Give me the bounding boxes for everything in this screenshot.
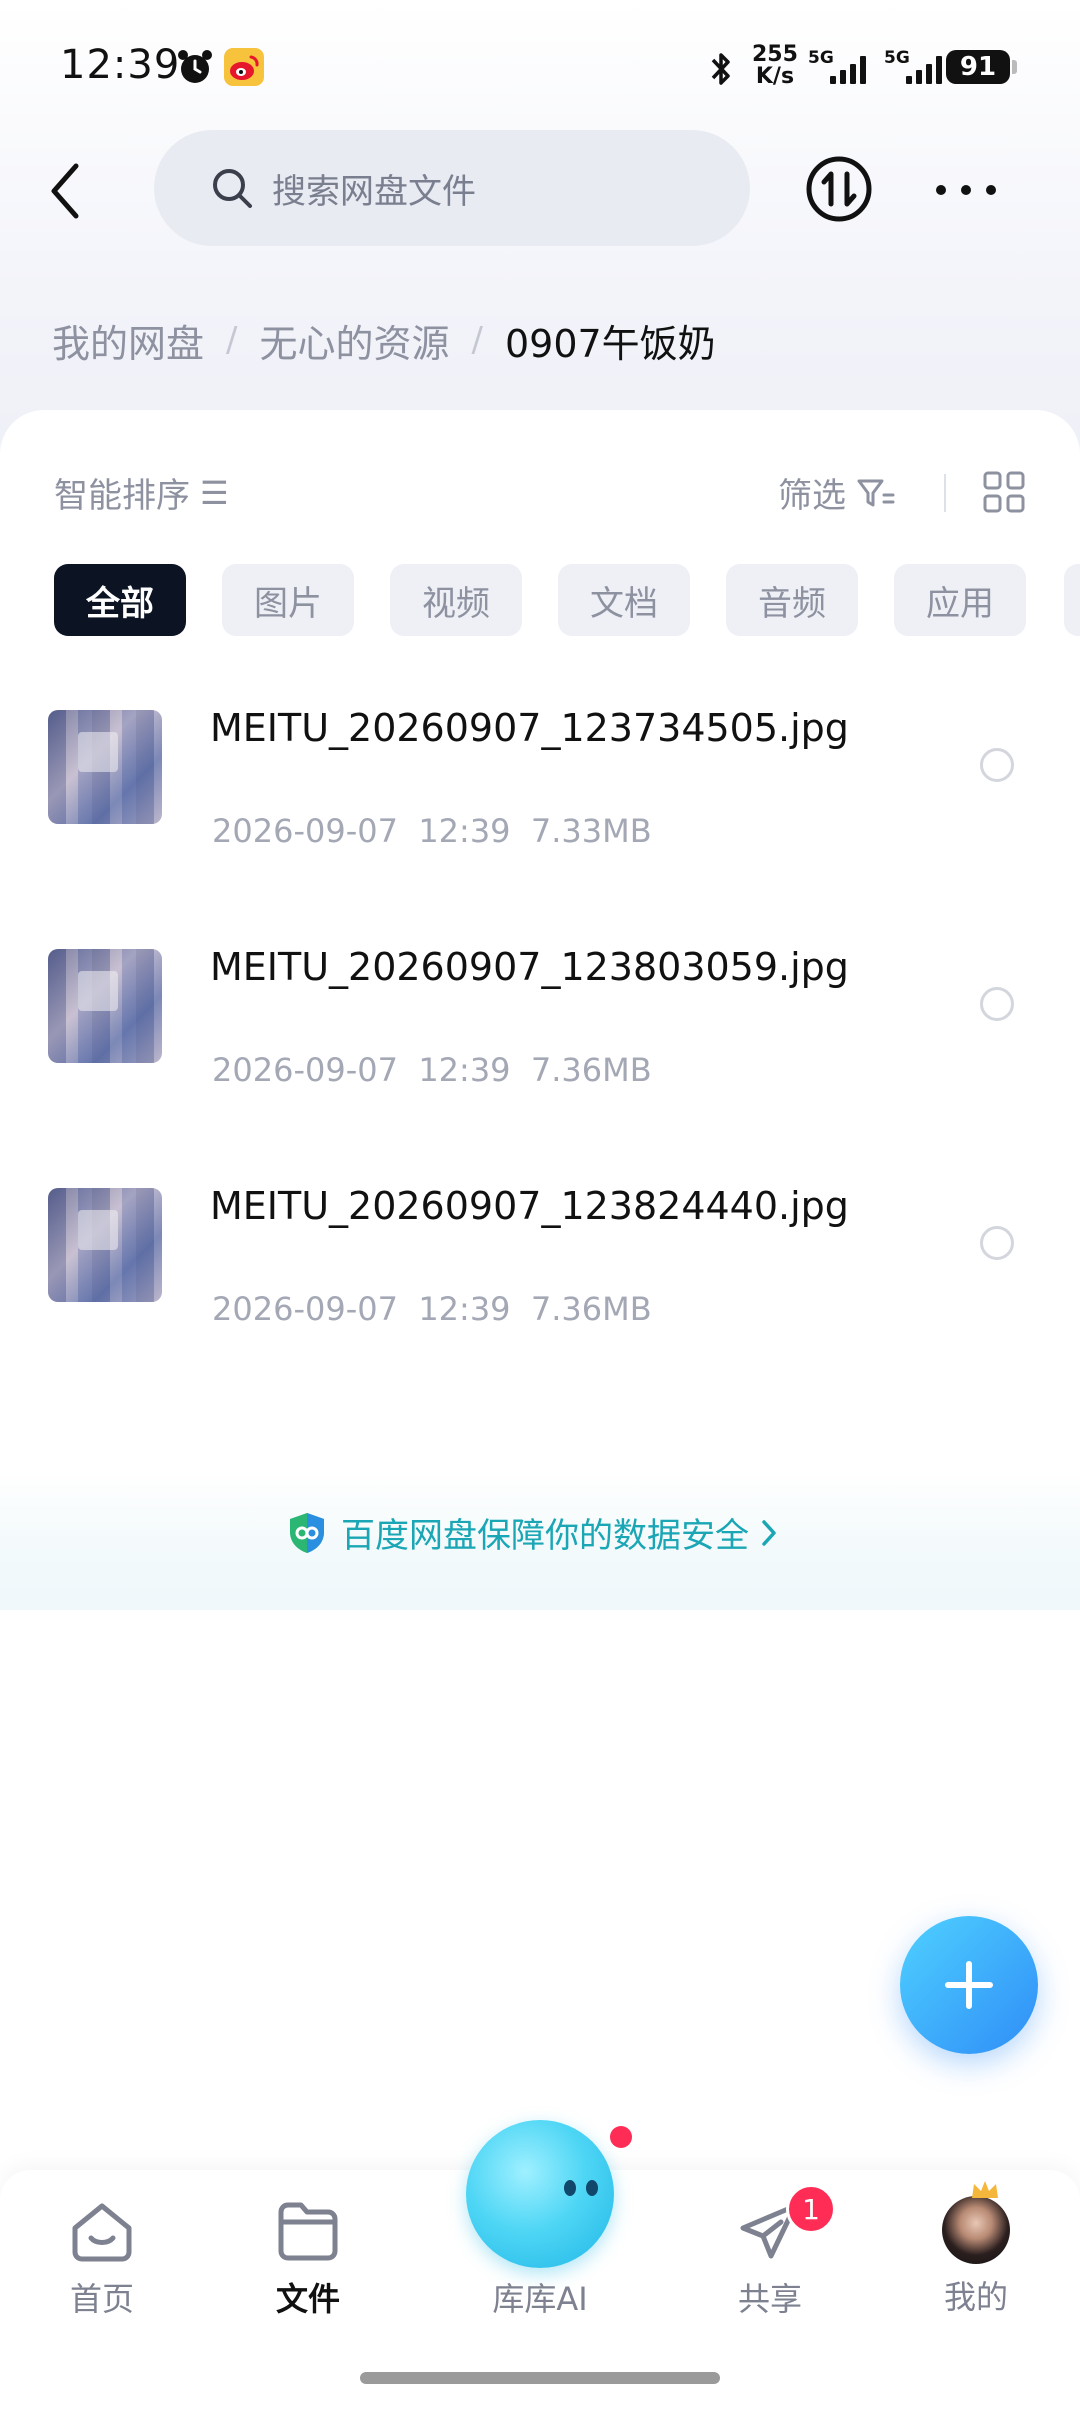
search-icon: [213, 169, 252, 208]
plus-icon: [945, 1961, 993, 2009]
filter-icon: [857, 479, 895, 506]
file-thumbnail: [48, 710, 162, 824]
select-radio[interactable]: [980, 748, 1014, 782]
search-placeholder: 搜索网盘文件: [272, 171, 476, 212]
weibo-icon: [224, 48, 264, 86]
home-icon: [72, 2203, 132, 2262]
signal-strength-2: 5G: [884, 48, 948, 88]
grid-view-icon[interactable]: [982, 470, 1026, 514]
file-name: MEITU_20260907_123803059.jpg: [210, 945, 849, 989]
sort-label: 智能排序: [54, 476, 190, 516]
file-thumbnail: [48, 949, 162, 1063]
breadcrumb: 我的网盘 / 无心的资源 / 0907午饭奶: [52, 310, 716, 370]
breadcrumb-item-root[interactable]: 我的网盘: [52, 313, 204, 368]
breadcrumb-separator: /: [226, 320, 238, 360]
nav-me[interactable]: 我的: [896, 2196, 1056, 2318]
more-dot-icon: [961, 185, 971, 195]
avatar: [942, 2196, 1010, 2264]
category-tabs: 全部 图片 视频 文档 音频 应用: [54, 564, 1026, 636]
back-arrow-icon: [51, 163, 79, 219]
nav-me-label: 我的: [943, 2278, 1008, 2316]
file-meta: 2026-09-07 12:39 7.33MB: [212, 812, 652, 850]
filter-label: 筛选: [778, 476, 846, 516]
signal-strength-1: 5G: [808, 48, 872, 88]
file-list-item[interactable]: MEITU_20260907_123803059.jpg 2026-09-07 …: [0, 919, 1080, 1119]
file-list-item[interactable]: MEITU_20260907_123824440.jpg 2026-09-07 …: [0, 1158, 1080, 1358]
network-speed: 255 K/s: [752, 44, 798, 88]
tab-videos[interactable]: 视频: [390, 564, 522, 636]
toolbar-divider: [944, 474, 946, 512]
file-name: MEITU_20260907_123824440.jpg: [210, 1184, 849, 1228]
battery-level: 91: [946, 50, 1010, 84]
bluetooth-icon: [711, 53, 730, 85]
nav-home[interactable]: 首页: [22, 2196, 182, 2320]
nav-files-label: 文件: [275, 2280, 340, 2318]
security-banner-text: 百度网盘保障你的数据安全: [341, 1516, 749, 1556]
file-meta: 2026-09-07 12:39 7.36MB: [212, 1051, 652, 1089]
breadcrumb-separator: /: [471, 320, 483, 360]
file-list-item[interactable]: MEITU_20260907_123734505.jpg 2026-09-07 …: [0, 680, 1080, 880]
add-button[interactable]: [900, 1916, 1038, 2054]
nav-files[interactable]: 文件: [228, 2196, 388, 2320]
tab-more-partial[interactable]: [1064, 564, 1080, 636]
more-dot-icon: [986, 185, 996, 195]
breadcrumb-item-parent[interactable]: 无心的资源: [259, 313, 449, 368]
more-dot-icon: [936, 185, 946, 195]
search-input[interactable]: 搜索网盘文件: [154, 130, 750, 246]
file-meta: 2026-09-07 12:39 7.36MB: [212, 1290, 652, 1328]
security-banner-link[interactable]: 百度网盘保障你的数据安全: [0, 1508, 1080, 1557]
network-speed-value: 255: [752, 42, 798, 67]
home-indicator: [360, 2372, 720, 2384]
nav-home-label: 首页: [69, 2280, 134, 2318]
ai-eye-left: [564, 2180, 576, 2196]
tab-apps[interactable]: 应用: [894, 564, 1026, 636]
sort-button[interactable]: 智能排序 ☰: [54, 468, 229, 517]
sort-icon: ☰: [200, 473, 229, 512]
nav-share-label: 共享: [737, 2280, 802, 2318]
chevron-right-icon: [762, 1519, 776, 1546]
breadcrumb-current: 0907午饭奶: [504, 321, 716, 366]
more-options-button[interactable]: [936, 170, 996, 210]
nav-ai-label: 库库AI: [492, 2280, 588, 2318]
ai-eye-right: [586, 2180, 598, 2196]
nav-ai[interactable]: 库库AI: [460, 2266, 620, 2320]
status-bar: 12:39 255 K/s 5G 5G 91: [0, 0, 1080, 130]
share-count-badge: 1: [786, 2184, 836, 2234]
select-radio[interactable]: [980, 987, 1014, 1021]
filter-button[interactable]: 筛选: [778, 468, 896, 517]
tab-audio[interactable]: 音频: [726, 564, 858, 636]
tab-all[interactable]: 全部: [54, 564, 186, 636]
shield-icon: [290, 1512, 324, 1553]
folder-icon: [278, 2202, 338, 2261]
file-thumbnail: [48, 1188, 162, 1302]
notification-dot: [610, 2126, 632, 2148]
back-button[interactable]: [40, 156, 90, 226]
ai-assistant-icon[interactable]: [466, 2120, 614, 2268]
vip-crown-icon: [972, 2181, 998, 2198]
tab-documents[interactable]: 文档: [558, 564, 690, 636]
status-time: 12:39: [60, 42, 181, 88]
battery-tip: [1012, 60, 1017, 74]
file-name: MEITU_20260907_123734505.jpg: [210, 706, 849, 750]
network-speed-unit: K/s: [755, 64, 795, 89]
tab-images[interactable]: 图片: [222, 564, 354, 636]
transfer-list-icon[interactable]: [804, 154, 874, 224]
alarm-icon: [178, 50, 212, 83]
select-radio[interactable]: [980, 1226, 1014, 1260]
